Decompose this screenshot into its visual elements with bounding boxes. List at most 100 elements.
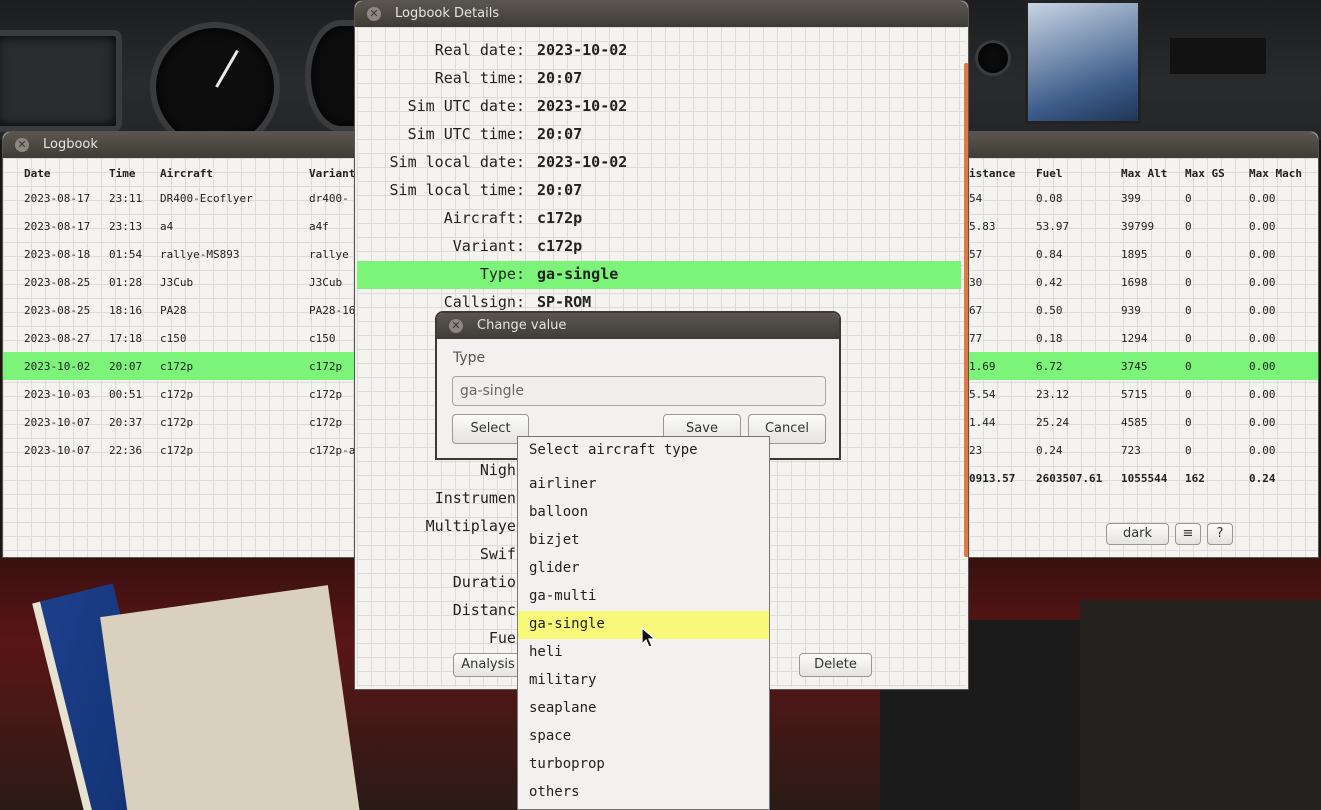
paper-sheet (100, 585, 360, 810)
detail-row[interactable]: Sim UTC time: 20:07 (357, 121, 961, 149)
detail-row[interactable]: Sim local time: 20:07 (357, 177, 961, 205)
cell-distance: 54 (969, 192, 983, 205)
cell-max-gs: 0 (1185, 388, 1192, 401)
dropdown-item-balloon[interactable]: balloon (518, 499, 769, 527)
cell-aircraft: c172p (160, 388, 194, 401)
cell-aircraft: rallye-MS893 (160, 248, 240, 261)
detail-label: Duration (452, 573, 525, 591)
detail-row[interactable]: Aircraft: c172p (357, 205, 961, 233)
dropdown-item-space[interactable]: space (518, 723, 769, 751)
dropdown-item-label: airliner (529, 476, 597, 492)
total-distance: 0913.57 (969, 472, 1016, 485)
detail-row[interactable]: Sim local date: 2023-10-02 (357, 149, 961, 177)
detail-value: 20:07 (537, 125, 583, 143)
cell-variant: dr400- (309, 192, 349, 205)
dialog-titlebar[interactable]: ✕ Change value (437, 313, 839, 339)
dropdown-item-bizjet[interactable]: bizjet (518, 527, 769, 555)
cell-max-alt: 4585 (1121, 416, 1148, 429)
dropdown-item-label: seaplane (529, 700, 597, 716)
dropdown-item-label: military (529, 672, 597, 688)
cell-max-gs: 0 (1185, 304, 1192, 317)
cell-max-mach: 0.00 (1249, 332, 1276, 345)
column-header-date[interactable]: Date (24, 167, 51, 180)
cell-time: 01:54 (109, 248, 143, 261)
column-header-aircraft[interactable]: Aircraft (160, 167, 213, 180)
cell-fuel: 53.97 (1036, 220, 1070, 233)
dropdown-item-glider[interactable]: glider (518, 555, 769, 583)
cell-variant: c172p (309, 360, 343, 373)
column-header-time[interactable]: Time (109, 167, 136, 180)
column-header-max-gs[interactable]: Max GS (1185, 167, 1225, 180)
cell-max-gs: 0 (1185, 276, 1192, 289)
column-header-max-mach[interactable]: Max Mach (1249, 167, 1302, 180)
detail-value: 2023-10-02 (537, 97, 628, 115)
help-button[interactable]: ? (1207, 523, 1233, 545)
cell-time: 22:36 (109, 444, 143, 457)
cell-max-gs: 0 (1185, 248, 1192, 261)
cell-fuel: 6.72 (1036, 360, 1063, 373)
delete-button[interactable]: Delete (799, 653, 872, 677)
cell-max-gs: 0 (1185, 192, 1192, 205)
cell-distance: 57 (969, 248, 983, 261)
detail-value: c172p (537, 237, 583, 255)
cell-date: 2023-10-07 (24, 444, 91, 457)
dropdown-item-label: ga-multi (529, 588, 597, 604)
detail-value: SP-ROM (537, 293, 592, 311)
dropdown-item-ga-multi[interactable]: ga-multi (518, 583, 769, 611)
type-input[interactable]: ga-single (452, 376, 826, 406)
dropdown-item-airliner[interactable]: airliner (518, 471, 769, 499)
cell-date: 2023-08-25 (24, 276, 91, 289)
analysis-button[interactable]: Analysis (453, 653, 523, 677)
dropdown-item-turboprop[interactable]: turboprop (518, 751, 769, 779)
cell-aircraft: c172p (160, 416, 194, 429)
column-header-variant[interactable]: Variant (309, 167, 355, 180)
dropdown-item-label: bizjet (529, 532, 580, 548)
close-icon[interactable]: ✕ (15, 138, 29, 152)
cell-distance: 1.44 (969, 416, 996, 429)
cell-aircraft: a4 (160, 220, 174, 233)
cell-variant: a4f (309, 220, 329, 233)
close-icon[interactable]: ✕ (367, 7, 381, 21)
cell-variant: rallye (309, 248, 349, 261)
dark-mode-button[interactable]: dark (1106, 523, 1169, 545)
fuel-gauge (0, 30, 122, 132)
detail-value: 2023-10-02 (537, 41, 628, 59)
cell-max-gs: 0 (1185, 444, 1192, 457)
column-header-max-alt[interactable]: Max Alt (1121, 167, 1167, 180)
cell-date: 2023-08-18 (24, 248, 91, 261)
dropdown-item-seaplane[interactable]: seaplane (518, 695, 769, 723)
cell-max-alt: 1294 (1121, 332, 1148, 345)
detail-row[interactable]: Real time: 20:07 (357, 65, 961, 93)
dropdown-item-military[interactable]: military (518, 667, 769, 695)
detail-row[interactable]: Type: ga-single (357, 261, 961, 289)
detail-row[interactable]: Real date: 2023-10-02 (357, 37, 961, 65)
detail-row[interactable]: Sim UTC date: 2023-10-02 (357, 93, 961, 121)
dropdown-item-label: balloon (529, 504, 589, 520)
cell-time: 17:18 (109, 332, 143, 345)
menu-button[interactable]: ≡ (1175, 523, 1201, 545)
detail-label: Sim local date: (389, 153, 525, 171)
details-titlebar[interactable]: ✕ Logbook Details (355, 1, 968, 27)
column-header-fuel[interactable]: Fuel (1036, 167, 1063, 180)
cell-fuel: 0.24 (1036, 444, 1063, 457)
cell-fuel: 0.18 (1036, 332, 1063, 345)
cell-variant: c172p (309, 416, 343, 429)
cell-max-mach: 0.00 (1249, 248, 1276, 261)
cell-distance: 67 (969, 304, 983, 317)
cell-max-alt: 39799 (1121, 220, 1155, 233)
detail-value: 20:07 (537, 69, 583, 87)
cell-date: 2023-08-17 (24, 220, 91, 233)
cell-time: 20:37 (109, 416, 143, 429)
column-header-distance[interactable]: istance (969, 167, 1015, 180)
detail-label: Callsign: (443, 293, 525, 311)
cell-max-mach: 0.00 (1249, 304, 1276, 317)
close-icon[interactable]: ✕ (449, 319, 463, 333)
travel-poster (1025, 0, 1141, 124)
cell-max-alt: 1698 (1121, 276, 1148, 289)
cell-time: 01:28 (109, 276, 143, 289)
cell-max-alt: 399 (1121, 192, 1141, 205)
detail-row[interactable]: Variant: c172p (357, 233, 961, 261)
dropdown-item-others[interactable]: others (518, 779, 769, 807)
detail-label: Sim UTC date: (407, 97, 525, 115)
scrollbar[interactable] (964, 63, 968, 557)
